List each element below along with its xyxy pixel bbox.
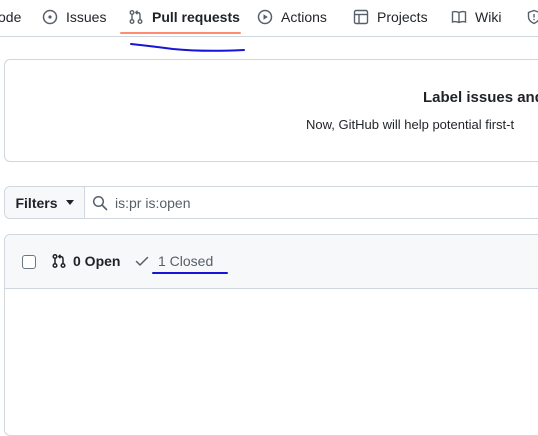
git-pull-request-icon [52, 253, 66, 269]
tab-code[interactable]: ode [0, 0, 21, 34]
pull-request-list: 0 Open 1 Closed [4, 234, 538, 436]
closed-filter-link[interactable]: 1 Closed [134, 253, 213, 269]
table-icon [353, 9, 369, 25]
tab-wiki-label: Wiki [475, 9, 502, 25]
git-pull-request-icon [129, 10, 143, 24]
filters-button[interactable]: Filters [5, 187, 85, 218]
open-filter-link[interactable]: 0 Open [51, 253, 120, 269]
select-all-checkbox[interactable] [22, 255, 36, 269]
check-icon [135, 256, 149, 266]
closed-count-label: 1 Closed [158, 253, 214, 269]
tab-projects[interactable]: Projects [353, 0, 428, 34]
pen-annotation-underline [130, 43, 245, 52]
filters-bar: Filters [4, 186, 538, 219]
tab-actions-label: Actions [281, 9, 327, 25]
list-header: 0 Open 1 Closed [5, 235, 538, 289]
tab-security[interactable] [526, 0, 538, 34]
label-issues-banner [4, 59, 538, 162]
tab-pull-requests-label: Pull requests [152, 9, 240, 25]
search-icon [92, 195, 108, 211]
open-count-label: 0 Open [73, 253, 121, 269]
search-input[interactable] [115, 187, 535, 218]
caret-down-icon [65, 200, 74, 205]
banner-title: Label issues and [423, 89, 538, 106]
play-icon [257, 9, 273, 25]
pen-annotation-closed-underline [152, 272, 228, 274]
book-icon [451, 10, 467, 24]
repo-nav-tabs: ode Issues Pull requests Actions Project… [0, 0, 538, 37]
tab-issues-label: Issues [66, 9, 107, 25]
selected-tab-underline [120, 32, 241, 34]
tab-projects-label: Projects [377, 9, 428, 25]
issue-opened-icon [42, 9, 58, 25]
tab-wiki[interactable]: Wiki [451, 0, 501, 34]
shield-icon [527, 9, 538, 25]
tab-issues[interactable]: Issues [42, 0, 106, 34]
tab-pull-requests[interactable]: Pull requests [128, 0, 240, 34]
banner-description: Now, GitHub will help potential first-t [306, 117, 515, 132]
filters-button-label: Filters [15, 194, 58, 211]
tab-code-label: ode [0, 9, 22, 25]
tab-actions[interactable]: Actions [257, 0, 327, 34]
